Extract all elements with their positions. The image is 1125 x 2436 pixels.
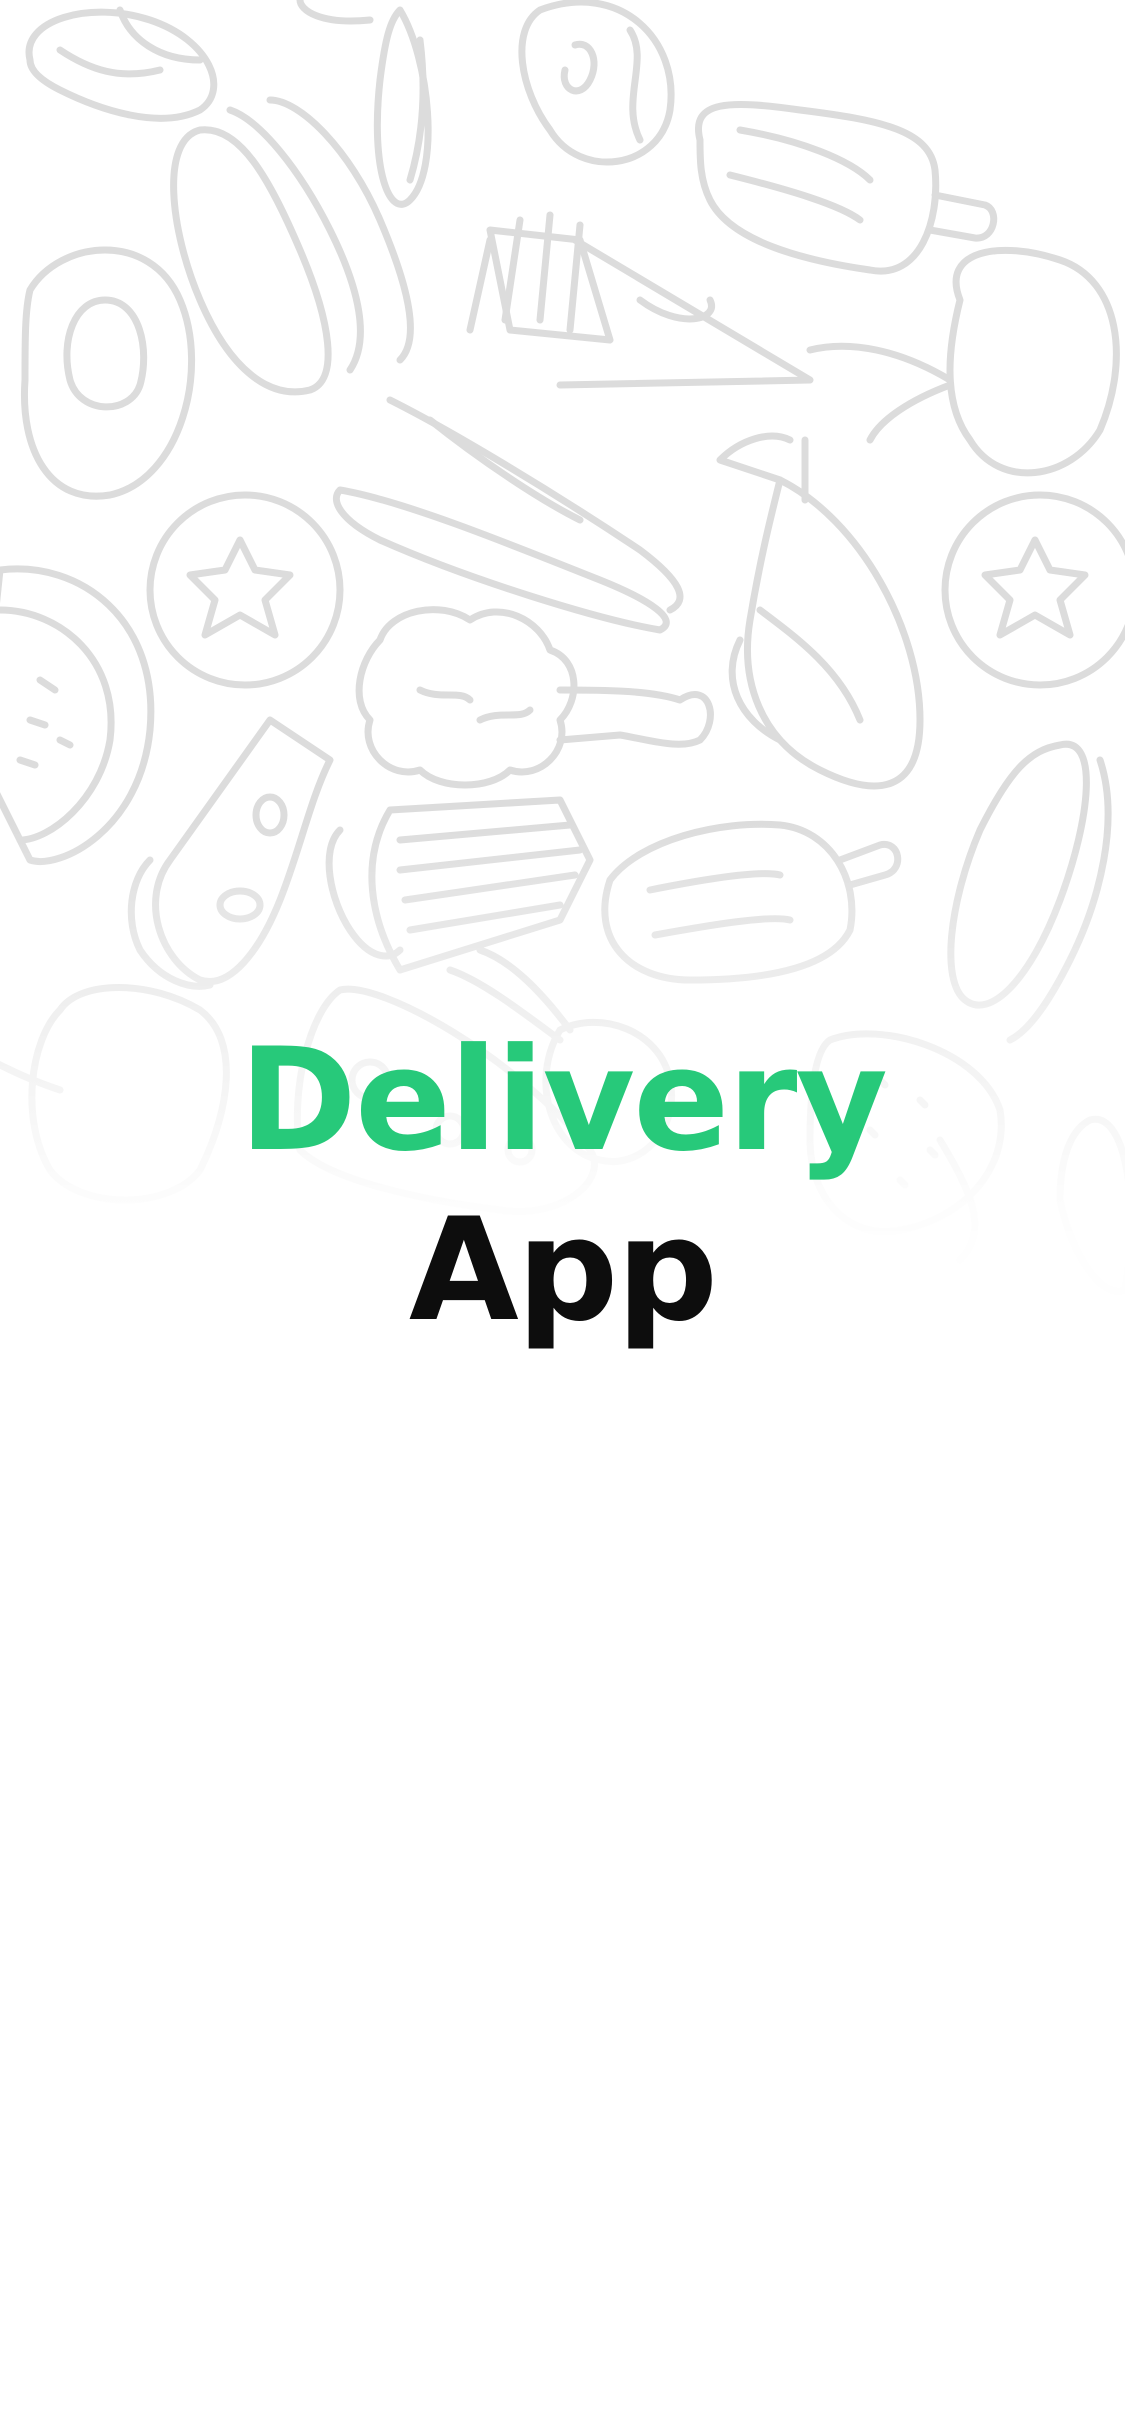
tomato-icon (146, 491, 344, 689)
app-title-line1: Delivery (239, 1018, 888, 1183)
app-title: Delivery App (0, 1030, 1125, 1342)
tomato-icon (941, 491, 1125, 689)
potato-icon (518, 0, 675, 166)
app-title-line2: App (408, 1188, 718, 1353)
fish-icon (716, 432, 924, 790)
baguette-icon (296, 0, 432, 208)
apple-icon (806, 246, 1120, 477)
asparagus-icon (332, 396, 684, 634)
splash-screen: Delivery App (0, 0, 1125, 2436)
cauliflower-icon (355, 606, 714, 789)
ice-cream-bar-icon (695, 100, 998, 275)
watermelon-icon (0, 565, 155, 865)
croissant-icon (25, 6, 218, 122)
egg-icon (20, 246, 195, 500)
